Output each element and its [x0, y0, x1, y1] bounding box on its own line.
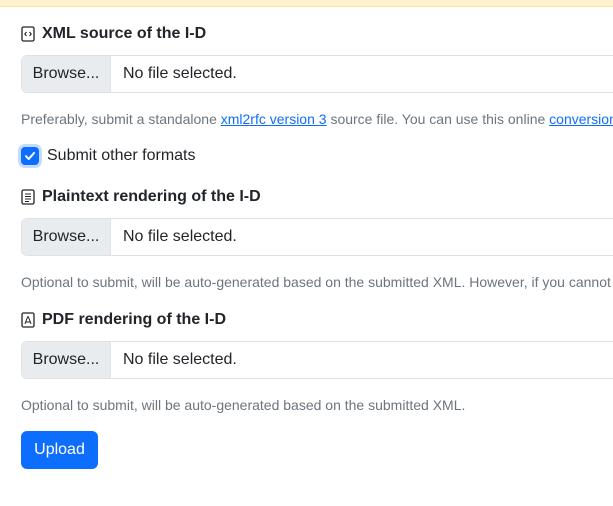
pdf-help-text: Optional to submit, will be auto-generat…: [21, 397, 466, 413]
submit-other-formats-checkbox[interactable]: [21, 147, 39, 165]
xml2rfc-link[interactable]: xml2rfc version 3: [221, 111, 327, 127]
pdf-label: PDF rendering of the I-D: [21, 311, 226, 329]
checkmark-icon: [25, 152, 35, 160]
file-text-icon: [21, 189, 35, 205]
plaintext-label-text: Plaintext rendering of the I-D: [42, 188, 261, 205]
pdf-label-text: PDF rendering of the I-D: [42, 311, 226, 328]
plaintext-browse-button[interactable]: Browse...: [22, 219, 111, 255]
file-pdf-icon: [21, 312, 35, 328]
plaintext-file-status: No file selected.: [123, 228, 237, 245]
submit-other-formats-label: Submit other formats: [47, 147, 196, 164]
plaintext-help-text: Optional to submit, will be auto-generat…: [21, 274, 611, 290]
xml-browse-button[interactable]: Browse...: [22, 56, 111, 92]
upload-button[interactable]: Upload: [21, 431, 98, 469]
pdf-file-status: No file selected.: [123, 351, 237, 368]
submit-other-formats-row[interactable]: Submit other formats: [21, 147, 196, 165]
pdf-file-input[interactable]: Browse... No file selected.: [21, 341, 613, 379]
plaintext-file-input[interactable]: Browse... No file selected.: [21, 218, 613, 256]
xml-file-input[interactable]: Browse... No file selected.: [21, 55, 613, 93]
xml-source-label: XML source of the I-D: [21, 25, 206, 43]
alert-banner-edge: [0, 0, 613, 7]
xml-help-prefix: Preferably, submit a standalone: [21, 111, 221, 127]
xml-file-status: No file selected.: [123, 65, 237, 82]
xml-help-middle: source file. You can use this online: [326, 111, 550, 127]
conversion-service-link[interactable]: conversion s: [549, 111, 613, 127]
pdf-browse-button[interactable]: Browse...: [22, 342, 111, 378]
file-code-icon: [21, 26, 35, 42]
plaintext-label: Plaintext rendering of the I-D: [21, 188, 261, 206]
xml-help-text: Preferably, submit a standalone xml2rfc …: [21, 111, 613, 127]
xml-source-label-text: XML source of the I-D: [42, 25, 207, 42]
